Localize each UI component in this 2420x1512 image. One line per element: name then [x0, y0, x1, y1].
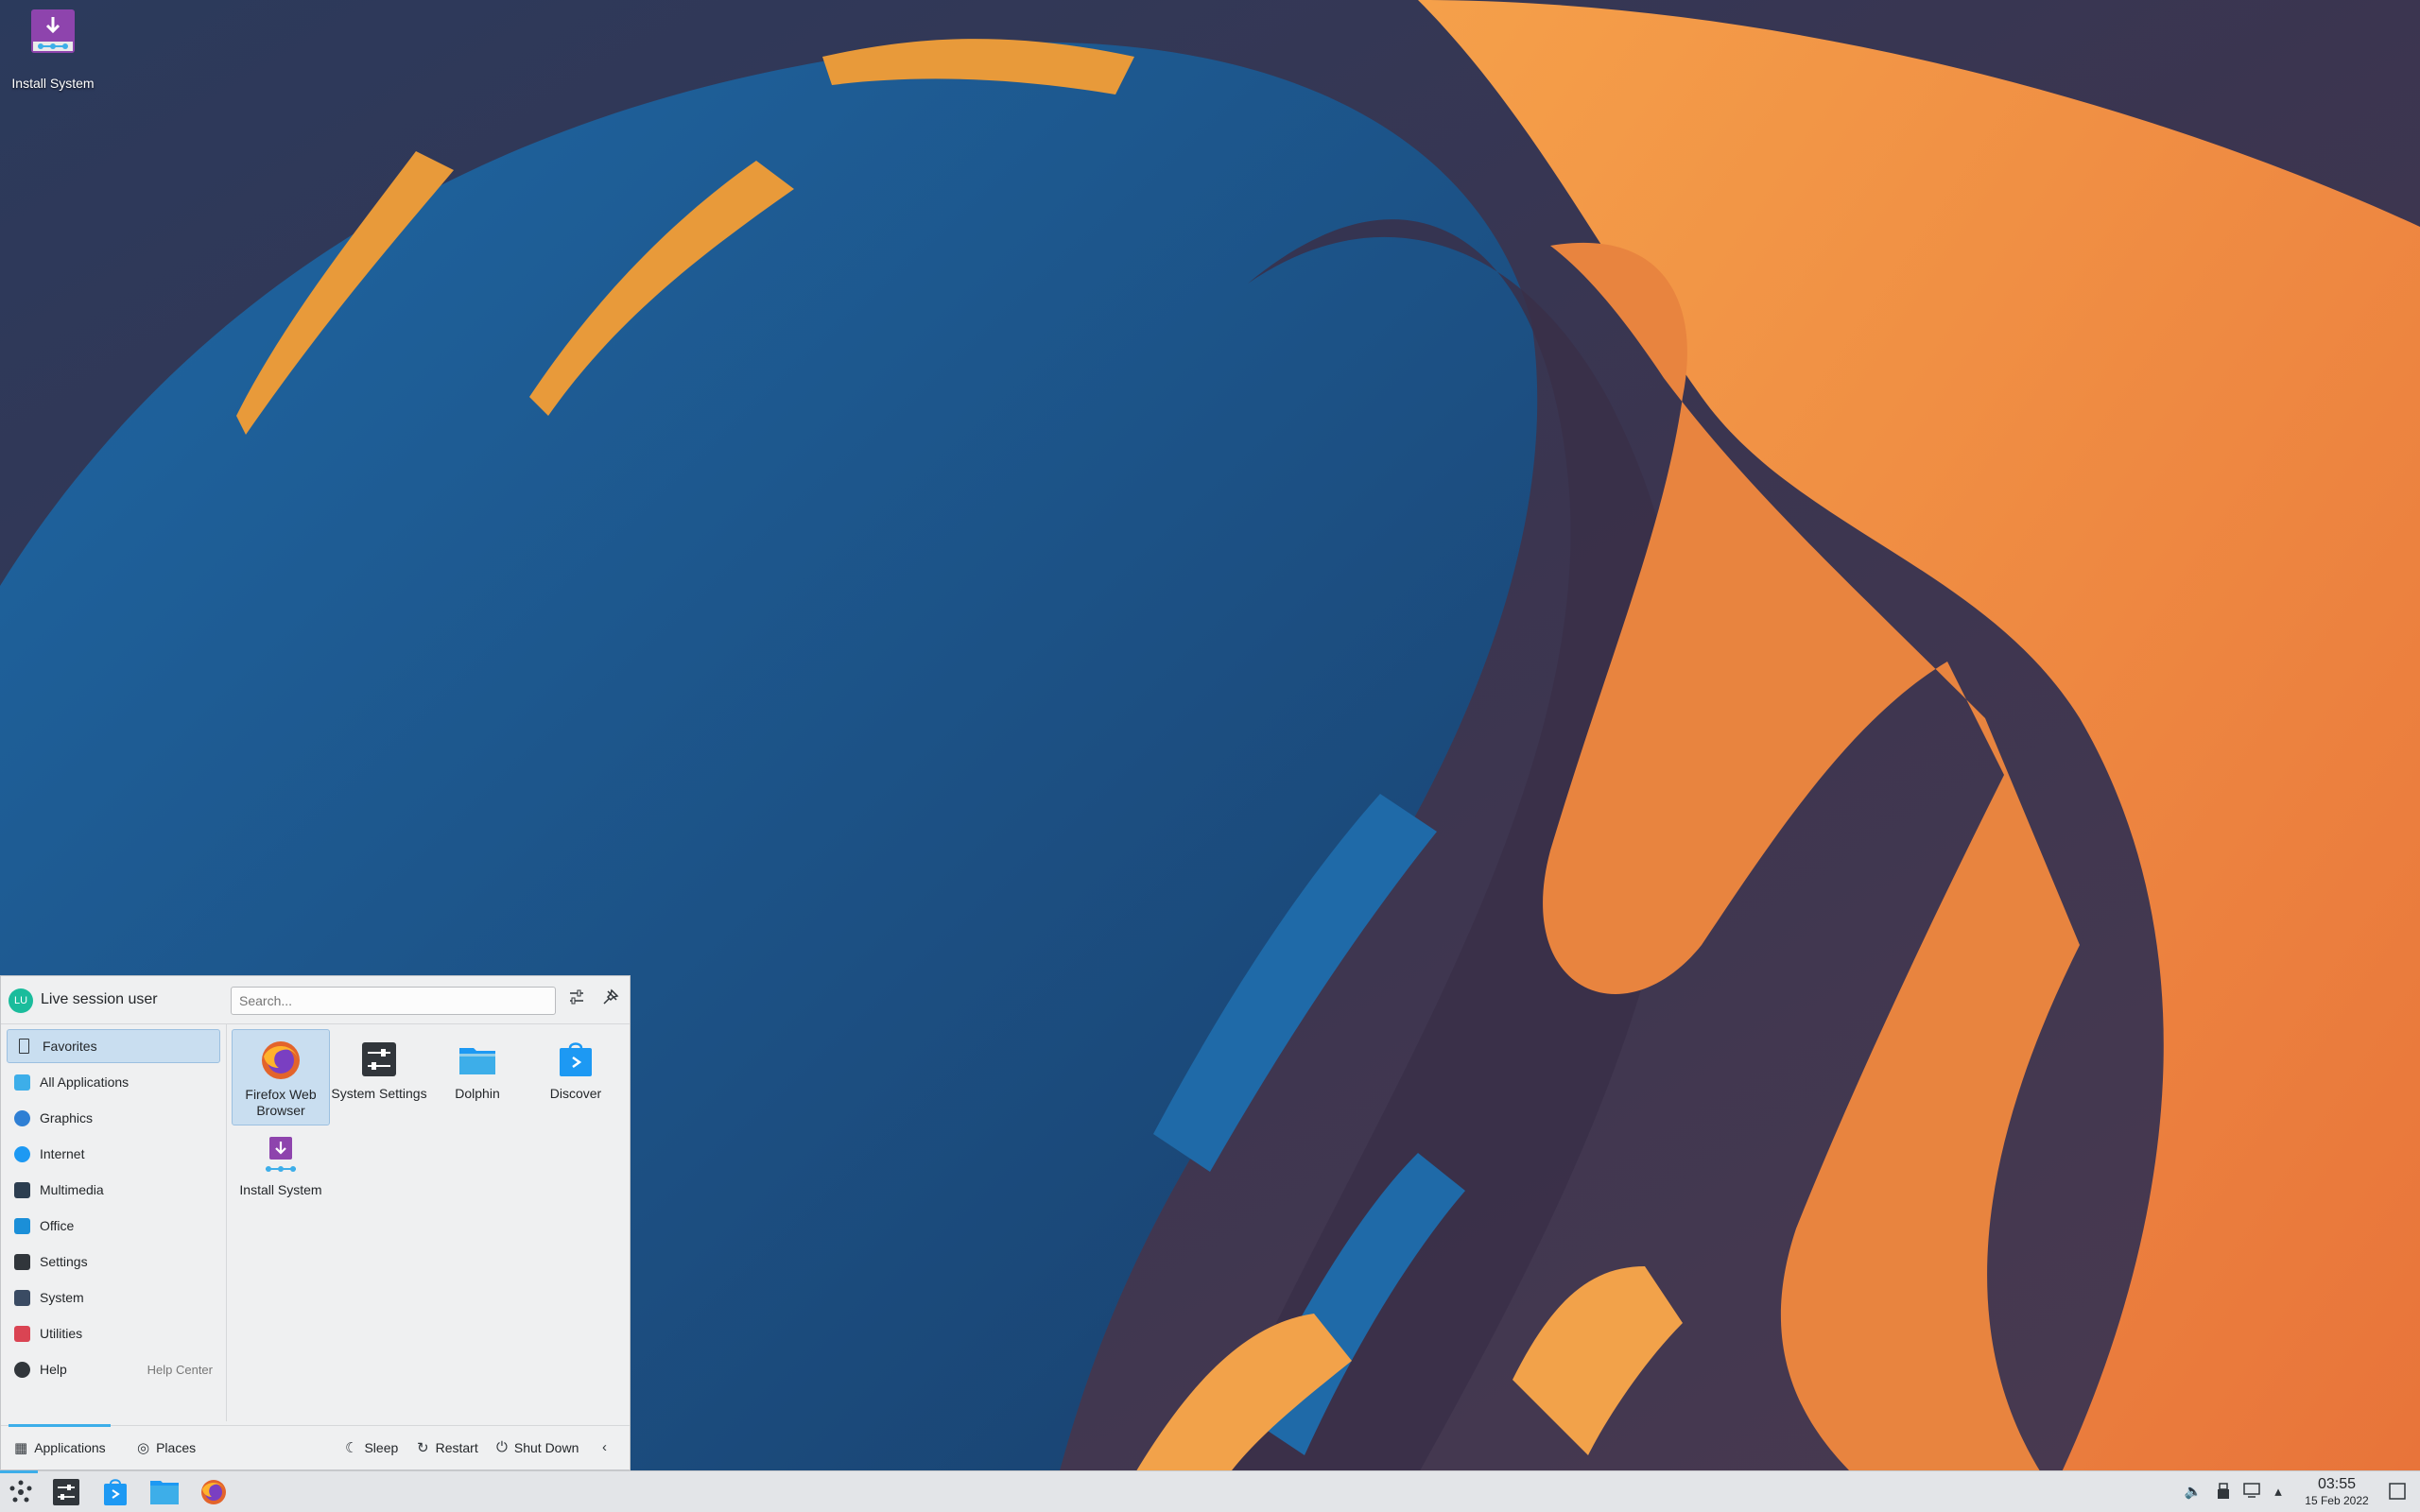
expand-arrow-icon[interactable]: ▴ — [2269, 1483, 2288, 1502]
button-label: Restart — [435, 1440, 478, 1455]
pin-icon[interactable] — [598, 988, 623, 1013]
compass-icon: ◎ — [137, 1440, 150, 1456]
taskbar-firefox[interactable] — [199, 1478, 229, 1506]
install-system-icon — [260, 1135, 302, 1177]
show-desktop-icon[interactable] — [2388, 1483, 2407, 1502]
button-label: Sleep — [364, 1440, 399, 1455]
sleep-button[interactable]: ☾ Sleep — [345, 1439, 398, 1456]
app-label: Firefox Web Browser — [245, 1087, 317, 1118]
tab-places[interactable]: ◎ Places — [137, 1439, 196, 1456]
desktop-icon-install-system[interactable]: Install System — [8, 9, 98, 91]
restart-icon: ↻ — [417, 1440, 429, 1456]
category-label: Settings — [40, 1254, 88, 1269]
search-input[interactable] — [231, 987, 556, 1015]
app-system-settings[interactable]: System Settings — [330, 1029, 428, 1125]
taskbar: 🔈 ▴ 03:55 15 Feb 2022 — [0, 1470, 2420, 1512]
chevron-left-icon: ‹ — [602, 1439, 607, 1455]
category-system[interactable]: System — [7, 1280, 220, 1314]
utilities-icon — [14, 1325, 30, 1342]
taskbar-system-settings[interactable] — [51, 1478, 81, 1506]
app-install-system[interactable]: Install System — [232, 1125, 330, 1222]
application-launcher-menu: LU Live session user Favorites All Appli… — [0, 975, 631, 1470]
app-label: Install System — [239, 1182, 322, 1197]
restart-button[interactable]: ↻ Restart — [417, 1439, 478, 1456]
category-help[interactable]: Help Help Center — [7, 1352, 220, 1386]
folder-icon — [150, 1481, 179, 1504]
launcher-button[interactable] — [6, 1478, 36, 1506]
launcher-footer: ▦ Applications ◎ Places ☾ Sleep ↻ Restar… — [1, 1424, 630, 1471]
button-label: Shut Down — [513, 1439, 579, 1455]
tab-label: Applications — [34, 1440, 106, 1455]
category-favorites[interactable]: Favorites — [7, 1029, 220, 1063]
active-tab-indicator — [9, 1424, 111, 1427]
category-internet[interactable]: Internet — [7, 1137, 220, 1171]
category-settings[interactable]: Settings — [7, 1245, 220, 1279]
category-label: System — [40, 1290, 84, 1305]
app-label: Discover — [549, 1086, 602, 1101]
settings-icon — [14, 1253, 30, 1270]
bookmark-icon — [19, 1039, 29, 1054]
discover-icon — [104, 1479, 127, 1505]
power-icon: ⏻ — [496, 1439, 508, 1455]
taskbar-dolphin[interactable] — [149, 1478, 180, 1506]
globe-icon — [14, 1145, 30, 1162]
desktop-icon-label: Install System — [11, 76, 95, 91]
multimedia-icon — [14, 1181, 30, 1198]
category-list: Favorites All Applications Graphics Inte… — [1, 1024, 227, 1421]
category-hint: Help Center — [147, 1362, 213, 1377]
app-label: System Settings — [331, 1086, 427, 1101]
kde-launcher-icon — [9, 1480, 32, 1503]
launcher-header: LU Live session user — [1, 976, 630, 1024]
system-settings-icon — [358, 1039, 400, 1080]
system-settings-icon — [53, 1479, 79, 1505]
favorites-grid: Firefox Web Browser System Settings Dolp… — [228, 1024, 630, 1421]
category-all-applications[interactable]: All Applications — [7, 1065, 220, 1099]
system-icon — [14, 1289, 30, 1306]
category-label: Graphics — [40, 1110, 94, 1125]
shut-down-button[interactable]: ⏻ Shut Down — [496, 1439, 579, 1455]
clock-date[interactable]: 15 Feb 2022 — [2291, 1494, 2382, 1507]
volume-icon[interactable]: 🔈 — [2184, 1483, 2203, 1502]
install-system-icon — [31, 9, 75, 53]
app-firefox[interactable]: Firefox Web Browser — [232, 1029, 330, 1125]
active-task-indicator — [0, 1470, 38, 1473]
app-discover[interactable]: Discover — [527, 1029, 625, 1125]
category-office[interactable]: Office — [7, 1209, 220, 1243]
user-name: Live session user — [41, 991, 158, 1007]
category-label: All Applications — [40, 1074, 130, 1090]
office-icon — [14, 1217, 30, 1234]
usb-icon[interactable] — [2214, 1483, 2233, 1502]
app-label: Dolphin — [455, 1086, 500, 1101]
clock-time[interactable]: 03:55 — [2310, 1476, 2363, 1493]
category-multimedia[interactable]: Multimedia — [7, 1173, 220, 1207]
category-graphics[interactable]: Graphics — [7, 1101, 220, 1135]
app-dolphin[interactable]: Dolphin — [428, 1029, 527, 1125]
discover-icon — [555, 1039, 596, 1080]
category-label: Office — [40, 1218, 75, 1233]
grid-icon — [14, 1074, 30, 1091]
folder-icon — [457, 1039, 498, 1080]
category-label: Internet — [40, 1146, 85, 1161]
configure-icon[interactable] — [564, 988, 589, 1013]
category-label: Multimedia — [40, 1182, 104, 1197]
more-button[interactable]: ‹ — [602, 1439, 614, 1455]
display-icon[interactable] — [2242, 1483, 2261, 1502]
avatar[interactable]: LU — [9, 988, 33, 1013]
taskbar-discover[interactable] — [100, 1478, 130, 1506]
category-label: Help — [40, 1362, 67, 1377]
tab-applications[interactable]: ▦ Applications — [14, 1439, 106, 1456]
category-label: Favorites — [43, 1039, 97, 1054]
sleep-icon: ☾ — [345, 1440, 358, 1456]
firefox-icon — [201, 1480, 226, 1504]
category-label: Utilities — [40, 1326, 83, 1341]
grid-icon: ▦ — [14, 1440, 28, 1456]
help-icon — [14, 1361, 30, 1378]
graphics-icon — [14, 1109, 30, 1126]
firefox-icon — [260, 1040, 302, 1081]
tab-label: Places — [156, 1440, 197, 1455]
category-utilities[interactable]: Utilities — [7, 1316, 220, 1350]
